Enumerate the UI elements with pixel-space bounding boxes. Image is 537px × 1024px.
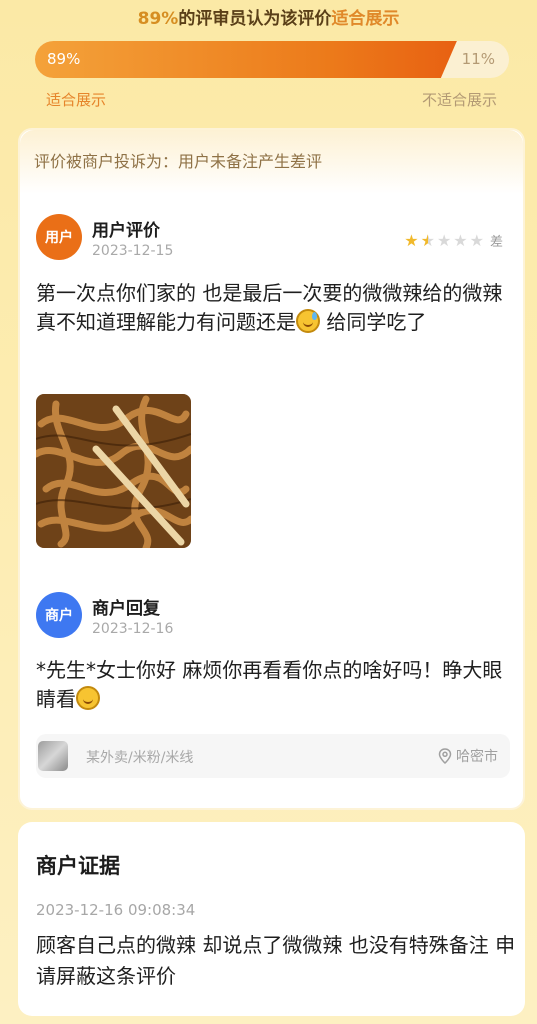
reply-date: 2023-12-16	[92, 621, 174, 637]
complaint-text: 评价被商户投诉为：用户未备注产生差评	[34, 152, 323, 171]
user-avatar-text: 用户	[45, 230, 73, 246]
shop-location: 哈密市	[438, 746, 498, 766]
agree-percent-label: 89%	[47, 50, 81, 68]
rating-stars: ★ ★ ★ ★ ★ 差	[404, 231, 503, 250]
star-icon: ★	[469, 230, 484, 250]
shop-thumbnail	[38, 741, 68, 771]
star-icon: ★	[420, 230, 435, 250]
unsuitable-label: 不适合展示	[421, 91, 497, 109]
noodles-photo-icon	[36, 394, 191, 548]
sweat-smile-emoji-icon	[296, 309, 320, 333]
review-date: 2023-12-15	[92, 243, 174, 259]
location-pin-icon	[438, 748, 452, 764]
review-author: 用户评价	[92, 221, 160, 241]
shop-info-bar[interactable]: 某外卖/米粉/米线 哈密市	[36, 734, 510, 778]
reply-author: 商户回复	[92, 599, 160, 619]
vote-progress-fill	[35, 41, 457, 78]
disagree-percent-label: 11%	[461, 50, 495, 68]
shop-location-text: 哈密市	[456, 749, 498, 765]
vote-headline-highlight: 适合展示	[331, 9, 400, 29]
merchant-avatar: 商户	[36, 592, 82, 638]
smiling-emoji-icon	[76, 686, 100, 710]
shop-category: 某外卖/米粉/米线	[86, 750, 194, 766]
evidence-time: 2023-12-16 09:08:34	[36, 901, 196, 919]
suitable-label: 适合展示	[46, 91, 107, 109]
evidence-text: 顾客自己点的微辣 却说点了微微辣 也没有特殊备注 申请屏蔽这条评价	[36, 933, 516, 988]
review-text-part1: 第一次点你们家的 也是最后一次要的微微辣给的微辣 真不知道理解能力有问题还是	[36, 281, 503, 334]
star-icon: ★	[436, 230, 452, 250]
vote-headline-middle: 的评审员认为该评价	[178, 9, 332, 29]
vote-headline: 89%的评审员认为该评价适合展示	[0, 4, 537, 29]
review-text-part2: 给同学吃了	[320, 310, 427, 334]
merchant-evidence-card: 商户证据 2023-12-16 09:08:34 顾客自己点的微辣 却说点了微微…	[18, 822, 525, 1016]
complaint-banner: 评价被商户投诉为：用户未备注产生差评	[20, 130, 523, 194]
star-icon: ★	[404, 230, 419, 250]
review-card: 评价被商户投诉为：用户未备注产生差评 用户 用户评价 2023-12-15 ★ …	[18, 128, 525, 810]
reply-text: *先生*女士你好 麻烦你再看看你点的啥好吗！睁大眼睛看	[36, 656, 516, 714]
vote-progress-bar: 89% 11%	[35, 41, 509, 78]
user-avatar: 用户	[36, 214, 82, 260]
evidence-title: 商户证据	[36, 854, 120, 878]
review-photo[interactable]	[36, 394, 191, 548]
reply-text-content: *先生*女士你好 麻烦你再看看你点的啥好吗！睁大眼睛看	[36, 658, 503, 711]
merchant-avatar-text: 商户	[45, 608, 73, 624]
vote-headline-percent: 89%	[137, 9, 179, 29]
review-text: 第一次点你们家的 也是最后一次要的微微辣给的微辣 真不知道理解能力有问题还是 给…	[36, 279, 516, 337]
rating-word: 差	[489, 235, 503, 250]
star-icon: ★	[453, 230, 468, 250]
